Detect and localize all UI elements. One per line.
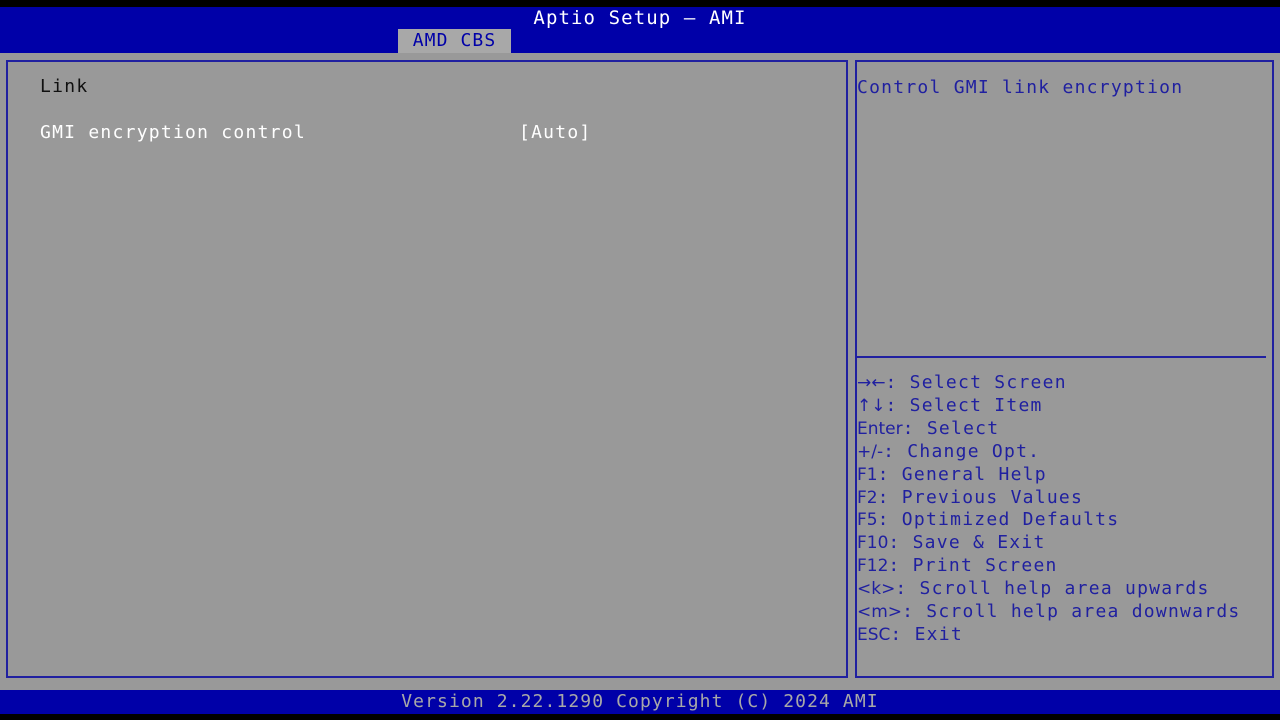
legend-key: F12 — [857, 556, 889, 577]
setting-value[interactable]: [Auto] — [519, 122, 592, 144]
legend-key: F10 — [857, 533, 889, 554]
legend-action: : Optimized Defaults — [877, 509, 1120, 531]
legend-action: : Previous Values — [877, 486, 1084, 508]
legend-action: : Select Item — [885, 394, 1043, 416]
legend-row: <k>: Scroll help area upwards — [857, 578, 1267, 601]
legend-row: F10: Save & Exit — [857, 532, 1267, 555]
legend-row: F1: General Help — [857, 464, 1267, 487]
legend-action: : Save & Exit — [888, 532, 1046, 554]
help-divider — [857, 356, 1266, 358]
setting-label: GMI encryption control — [40, 122, 306, 143]
legend-row: F12: Print Screen — [857, 555, 1267, 578]
tab-strip: AMD CBS — [0, 29, 1280, 53]
legend-action: : Scroll help area upwards — [895, 578, 1210, 600]
legend-row: Enter: Select — [857, 418, 1267, 441]
settings-panel: Link GMI encryption control [Auto] — [6, 60, 848, 678]
legend-action: : Exit — [890, 623, 963, 645]
legend-key: ↑↓ — [857, 395, 886, 416]
tab-amd-cbs[interactable]: AMD CBS — [398, 29, 511, 53]
setting-row-gmi-encryption-control[interactable]: GMI encryption control [Auto] — [40, 122, 820, 144]
legend-key: F2 — [857, 487, 878, 508]
legend-action: : General Help — [877, 463, 1047, 485]
settings-group-heading: Link — [40, 76, 89, 97]
help-description: Control GMI link encryption — [857, 77, 1184, 98]
help-panel: Control GMI link encryption →←: Select S… — [855, 60, 1274, 678]
legend-key: F5 — [857, 510, 878, 531]
legend-action: : Scroll help area downwards — [902, 601, 1241, 623]
key-legend: →←: Select Screen ↑↓: Select Item Enter: S… — [857, 372, 1267, 647]
legend-key: F1 — [857, 464, 878, 485]
legend-key: <k> — [857, 579, 896, 600]
legend-action: : Print Screen — [888, 555, 1058, 577]
footer-version-text: Version 2.22.1290 Copyright (C) 2024 AMI — [401, 691, 879, 712]
legend-action: : Change Opt. — [883, 440, 1041, 462]
legend-key: Enter — [857, 418, 903, 439]
legend-action: : Select — [902, 417, 1000, 439]
bios-setup-screen: Aptio Setup – AMI AMD CBS Link GMI encry… — [0, 0, 1280, 720]
legend-row: F2: Previous Values — [857, 487, 1267, 510]
page-title: Aptio Setup – AMI — [533, 7, 747, 29]
legend-row: ESC: Exit — [857, 624, 1267, 647]
legend-row: <m>: Scroll help area downwards — [857, 601, 1267, 624]
legend-row: ↑↓: Select Item — [857, 395, 1267, 418]
legend-row: F5: Optimized Defaults — [857, 509, 1267, 532]
legend-row: →←: Select Screen — [857, 372, 1267, 395]
legend-row: +/-: Change Opt. — [857, 441, 1267, 464]
legend-key: ESC — [857, 624, 891, 645]
legend-action: : Select Screen — [885, 372, 1067, 393]
legend-key: <m> — [857, 602, 903, 623]
legend-key: →← — [857, 373, 886, 393]
legend-key: +/- — [857, 441, 884, 462]
